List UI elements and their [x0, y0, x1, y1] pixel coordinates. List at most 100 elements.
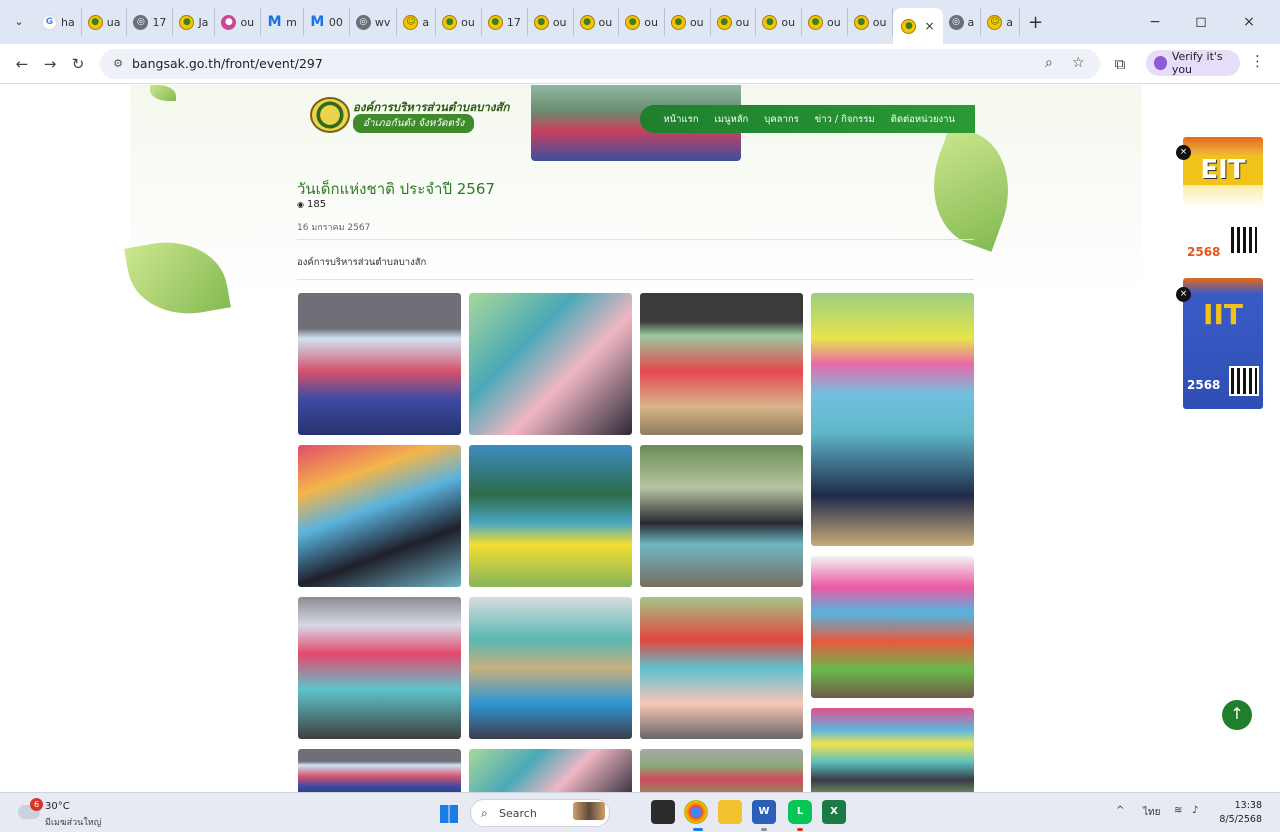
- gallery-photo[interactable]: [469, 749, 632, 792]
- site-info-icon[interactable]: ⚙: [110, 56, 126, 72]
- gallery-photo[interactable]: [298, 749, 461, 792]
- gallery-photo[interactable]: [469, 293, 632, 435]
- site-logo-icon: ●: [579, 14, 595, 30]
- site-logo-icon: ●: [762, 14, 778, 30]
- line-app-icon[interactable]: L: [788, 800, 812, 824]
- site-logo-icon: ●: [808, 14, 824, 30]
- site-logo-icon: ●: [87, 14, 103, 30]
- tab-label: Ja: [198, 15, 209, 29]
- browser-tab[interactable]: Gha: [36, 8, 82, 36]
- back-button[interactable]: ←: [10, 52, 34, 76]
- browser-tab[interactable]: Mm: [261, 8, 304, 36]
- task-view-icon[interactable]: [651, 800, 675, 824]
- input-language[interactable]: ไทย: [1143, 805, 1160, 820]
- browser-tab[interactable]: ● ou: [574, 8, 620, 36]
- url-text[interactable]: bangsak.go.th/front/event/297: [132, 56, 323, 71]
- weather-description[interactable]: มีเมฆส่วนใหญ่: [45, 815, 101, 829]
- chrome-icon[interactable]: [684, 800, 708, 824]
- site-logo-icon: ●: [533, 14, 549, 30]
- tab-label: a: [1006, 15, 1014, 29]
- search-highlight-image[interactable]: [573, 802, 605, 820]
- close-iit-banner-button[interactable]: ×: [1176, 287, 1191, 302]
- gallery-photo[interactable]: [298, 597, 461, 739]
- iit-banner[interactable]: IIT 2568: [1183, 278, 1263, 409]
- nav-news[interactable]: ข่าว / กิจกรรม: [815, 112, 875, 127]
- tab-label: wv: [374, 15, 391, 29]
- file-explorer-icon[interactable]: [718, 800, 742, 824]
- browser-tab[interactable]: ◎ 17: [127, 8, 174, 36]
- extensions-icon[interactable]: ⧉: [1108, 52, 1132, 76]
- reload-button[interactable]: ↻: [66, 52, 90, 76]
- browser-tab[interactable]: ● ou: [436, 8, 482, 36]
- gallery-photo[interactable]: [640, 293, 803, 435]
- gallery-photo[interactable]: [640, 597, 803, 739]
- weather-temperature[interactable]: 30°C: [45, 801, 70, 812]
- bookmark-star-icon[interactable]: ☆: [1072, 55, 1085, 71]
- browser-tab[interactable]: ● ou: [528, 8, 574, 36]
- site-logo-icon: ●: [625, 14, 641, 30]
- browser-tab[interactable]: ● ou: [665, 8, 711, 36]
- tab-search-button[interactable]: ⌄: [8, 11, 30, 33]
- nav-main-menu[interactable]: เมนูหลัก: [714, 112, 748, 127]
- eit-banner[interactable]: EIT 2568: [1183, 137, 1263, 264]
- close-tab-icon[interactable]: ×: [924, 19, 934, 33]
- app-indicator: [797, 828, 803, 831]
- gallery-photo[interactable]: [811, 556, 974, 698]
- excel-icon[interactable]: X: [822, 800, 846, 824]
- browser-tab[interactable]: ● ou: [802, 8, 848, 36]
- browser-tab[interactable]: ● ou: [215, 8, 262, 36]
- browser-tab[interactable]: ● ou: [848, 8, 894, 36]
- tab-label: ou: [735, 15, 750, 29]
- browser-tab[interactable]: ● ua: [82, 8, 128, 36]
- profile-avatar: [1154, 56, 1167, 70]
- gallery-photo[interactable]: [469, 445, 632, 587]
- forward-button[interactable]: →: [38, 52, 62, 76]
- gallery-photo[interactable]: [298, 293, 461, 435]
- close-window-button[interactable]: ×: [1226, 8, 1272, 36]
- event-title: วันเด็กแห่งชาติ ประจำปี 2567: [297, 180, 495, 198]
- browser-tab[interactable]: M 00: [304, 8, 350, 36]
- divider: [297, 239, 974, 240]
- browser-tab[interactable]: ● ou: [619, 8, 665, 36]
- maximize-button[interactable]: ◻: [1178, 8, 1224, 36]
- wifi-icon[interactable]: ≋: [1174, 805, 1182, 816]
- verify-profile-button[interactable]: Verify it's you: [1146, 50, 1240, 76]
- tab-label: 17: [506, 15, 521, 29]
- gallery-photo[interactable]: [811, 293, 974, 546]
- system-clock[interactable]: 13:38 8/5/2568: [1208, 799, 1262, 827]
- close-eit-banner-button[interactable]: ×: [1176, 145, 1191, 160]
- volume-icon[interactable]: ♪: [1192, 805, 1198, 816]
- tab-active[interactable]: ● ×: [893, 8, 943, 44]
- word-icon[interactable]: W: [752, 800, 776, 824]
- zoom-icon[interactable]: ⌕: [1045, 55, 1053, 71]
- gallery-photo[interactable]: [469, 597, 632, 739]
- browser-tab[interactable]: ● Ja: [173, 8, 216, 36]
- browser-tab[interactable]: ☺ a: [397, 8, 437, 36]
- site-logo-icon: ●: [670, 14, 686, 30]
- scroll-to-top-button[interactable]: ↑: [1222, 700, 1252, 730]
- browser-menu-icon[interactable]: ⋮: [1250, 52, 1265, 70]
- new-tab-button[interactable]: +: [1028, 12, 1043, 33]
- clock-time: 13:38: [1234, 800, 1262, 811]
- iit-title: IIT: [1203, 298, 1243, 331]
- browser-tab[interactable]: ● ou: [756, 8, 803, 36]
- address-bar[interactable]: ⚙ bangsak.go.th/front/event/297 ⌕ ☆: [100, 49, 1100, 79]
- browser-tab[interactable]: ● ou: [711, 8, 757, 36]
- windows-start-icon[interactable]: [440, 805, 458, 823]
- org-seal-icon[interactable]: [310, 97, 350, 133]
- browser-tab[interactable]: ◎ wv: [350, 8, 398, 36]
- event-date: 16 มกราคม 2567: [297, 223, 371, 233]
- gallery-photo[interactable]: [811, 708, 974, 792]
- event-author: องค์การบริหารส่วนตำบลบางสัก: [297, 257, 427, 268]
- minimize-button[interactable]: −: [1132, 8, 1178, 36]
- gallery-photo[interactable]: [640, 445, 803, 587]
- tray-overflow-icon[interactable]: ^: [1116, 805, 1124, 816]
- gallery-photo[interactable]: [298, 445, 461, 587]
- nav-personnel[interactable]: บุคลากร: [764, 112, 798, 127]
- browser-tab[interactable]: ◎ a: [943, 8, 982, 36]
- browser-tab[interactable]: ● 17: [482, 8, 528, 36]
- nav-contact[interactable]: ติดต่อหน่วยงาน: [891, 112, 955, 127]
- nav-home[interactable]: หน้าแรก: [663, 112, 698, 127]
- gallery-photo[interactable]: [640, 749, 803, 792]
- browser-tab[interactable]: ☺ a: [981, 8, 1021, 36]
